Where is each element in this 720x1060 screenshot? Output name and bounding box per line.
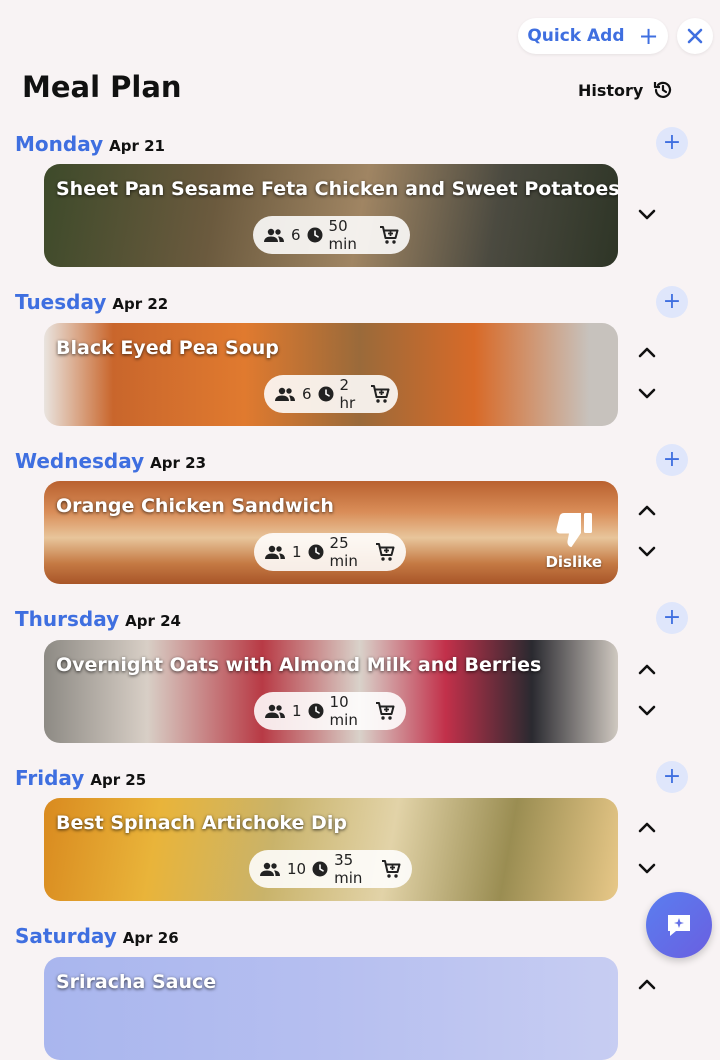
day-name: Monday xyxy=(15,132,104,156)
quick-add-label: Quick Add xyxy=(527,26,625,46)
add-meal-button-wednesday[interactable]: + xyxy=(656,444,688,476)
chevron-down-icon[interactable] xyxy=(636,857,658,879)
meal-info-pill: 6 2 hr xyxy=(264,375,398,413)
meal-info-pill: 1 10 min xyxy=(254,692,406,730)
plus-icon: + xyxy=(638,22,659,50)
people-icon xyxy=(264,703,286,719)
dislike-button[interactable]: Dislike xyxy=(545,511,602,571)
day-header-thursday: Thursday Apr 24 xyxy=(15,607,181,631)
cook-time: 50 min xyxy=(328,217,357,253)
people-icon xyxy=(274,386,296,402)
plus-icon: + xyxy=(662,130,682,155)
servings-count: 6 xyxy=(302,385,312,403)
cook-time: 25 min xyxy=(329,534,358,570)
clock-icon xyxy=(318,386,334,402)
servings-count: 1 xyxy=(292,702,302,720)
clock-icon xyxy=(308,544,324,560)
plus-icon: + xyxy=(662,447,682,472)
close-button[interactable] xyxy=(677,18,713,54)
cart-icon[interactable] xyxy=(380,858,402,880)
cart-icon[interactable] xyxy=(369,383,391,405)
add-meal-button-monday[interactable]: + xyxy=(656,127,688,159)
history-label: History xyxy=(578,80,644,100)
dislike-label: Dislike xyxy=(545,553,602,571)
meal-title: Sriracha Sauce xyxy=(56,971,217,993)
cook-time: 35 min xyxy=(334,851,363,887)
meal-card-monday[interactable]: Sheet Pan Sesame Feta Chicken and Sweet … xyxy=(44,164,618,267)
meal-card-wednesday[interactable]: Orange Chicken Sandwich 1 25 min Dislike xyxy=(44,481,618,584)
day-name: Thursday xyxy=(15,607,120,631)
day-header-tuesday: Tuesday Apr 22 xyxy=(15,290,168,314)
cook-time: 10 min xyxy=(329,693,358,729)
clock-icon xyxy=(308,703,324,719)
people-icon xyxy=(259,861,281,877)
servings-count: 6 xyxy=(291,226,301,244)
plus-icon: + xyxy=(662,605,682,630)
day-header-wednesday: Wednesday Apr 23 xyxy=(15,449,206,473)
day-name: Friday xyxy=(15,766,85,790)
thumbs-down-icon xyxy=(556,513,592,547)
chevron-down-icon[interactable] xyxy=(636,540,658,562)
meal-card-saturday[interactable]: Sriracha Sauce xyxy=(44,957,618,1060)
meal-card-tuesday[interactable]: Black Eyed Pea Soup 6 2 hr xyxy=(44,323,618,426)
chevron-down-icon[interactable] xyxy=(636,699,658,721)
servings-count: 10 xyxy=(287,860,307,878)
day-date: Apr 24 xyxy=(125,612,181,630)
people-icon xyxy=(264,544,286,560)
day-header-saturday: Saturday Apr 26 xyxy=(15,924,179,948)
assistant-chat-button[interactable] xyxy=(646,892,712,958)
plus-icon: + xyxy=(662,764,682,789)
chevron-up-icon[interactable] xyxy=(636,974,658,996)
day-name: Saturday xyxy=(15,924,117,948)
day-date: Apr 23 xyxy=(150,454,207,472)
day-name: Wednesday xyxy=(15,449,145,473)
chat-sparkle-icon xyxy=(668,915,690,936)
day-header-friday: Friday Apr 25 xyxy=(15,766,146,790)
day-date: Apr 25 xyxy=(90,771,147,789)
chevron-up-icon[interactable] xyxy=(636,659,658,681)
cart-icon[interactable] xyxy=(374,700,396,722)
add-meal-button-thursday[interactable]: + xyxy=(656,602,688,634)
meal-title: Sheet Pan Sesame Feta Chicken and Sweet … xyxy=(56,178,618,200)
day-date: Apr 26 xyxy=(122,929,179,947)
plus-icon: + xyxy=(662,289,682,314)
cart-icon[interactable] xyxy=(378,224,400,246)
meal-title: Orange Chicken Sandwich xyxy=(56,495,334,517)
meal-info-pill: 10 35 min xyxy=(249,850,412,888)
meal-info-pill: 6 50 min xyxy=(253,216,410,254)
close-icon xyxy=(687,28,703,44)
add-meal-button-friday[interactable]: + xyxy=(656,761,688,793)
cook-time: 2 hr xyxy=(339,376,356,412)
quick-add-button[interactable]: Quick Add + xyxy=(518,18,668,54)
meal-info-pill: 1 25 min xyxy=(254,533,406,571)
day-header-monday: Monday Apr 21 xyxy=(15,132,165,156)
meal-title: Best Spinach Artichoke Dip xyxy=(56,812,347,834)
meal-title: Black Eyed Pea Soup xyxy=(56,337,279,359)
page-title: Meal Plan xyxy=(22,70,182,104)
servings-count: 1 xyxy=(292,543,302,561)
history-icon xyxy=(654,81,672,98)
chevron-up-icon[interactable] xyxy=(636,342,658,364)
chevron-up-icon[interactable] xyxy=(636,500,658,522)
day-date: Apr 22 xyxy=(112,295,169,313)
clock-icon xyxy=(307,227,323,243)
meal-title: Overnight Oats with Almond Milk and Berr… xyxy=(56,654,542,676)
meal-card-thursday[interactable]: Overnight Oats with Almond Milk and Berr… xyxy=(44,640,618,743)
cart-icon[interactable] xyxy=(374,541,396,563)
chevron-down-icon[interactable] xyxy=(636,203,658,225)
day-name: Tuesday xyxy=(15,290,107,314)
chevron-up-icon[interactable] xyxy=(636,817,658,839)
people-icon xyxy=(263,227,285,243)
clock-icon xyxy=(312,861,328,877)
day-date: Apr 21 xyxy=(109,137,165,155)
meal-card-friday[interactable]: Best Spinach Artichoke Dip 10 35 min xyxy=(44,798,618,901)
history-button[interactable]: History xyxy=(578,78,675,102)
chevron-down-icon[interactable] xyxy=(636,382,658,404)
add-meal-button-tuesday[interactable]: + xyxy=(656,286,688,318)
